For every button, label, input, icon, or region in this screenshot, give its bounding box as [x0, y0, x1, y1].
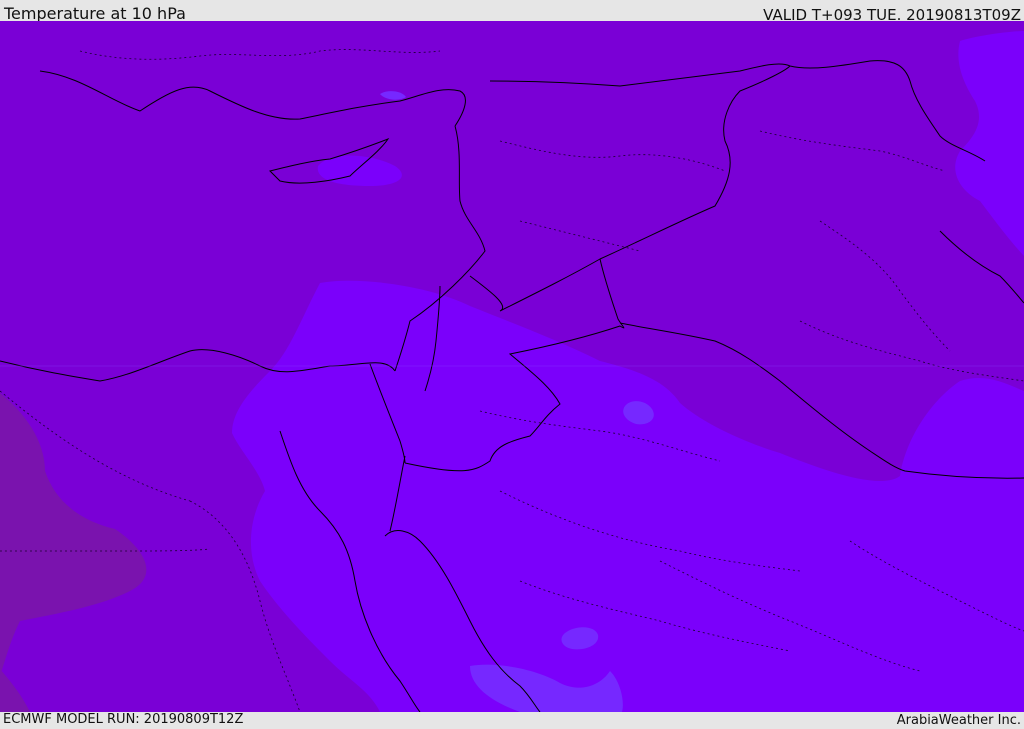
model-run-label: ECMWF MODEL RUN: 20190809T12Z [3, 712, 244, 727]
map-canvas [0, 21, 1024, 712]
bottom-bar: ECMWF MODEL RUN: 20190809T12Z ArabiaWeat… [0, 712, 1024, 729]
credit-label: ArabiaWeather Inc. [896, 713, 1021, 728]
temperature-map[interactable] [0, 21, 1024, 712]
top-bar: Temperature at 10 hPa VALID T+093 TUE. 2… [0, 0, 1024, 24]
